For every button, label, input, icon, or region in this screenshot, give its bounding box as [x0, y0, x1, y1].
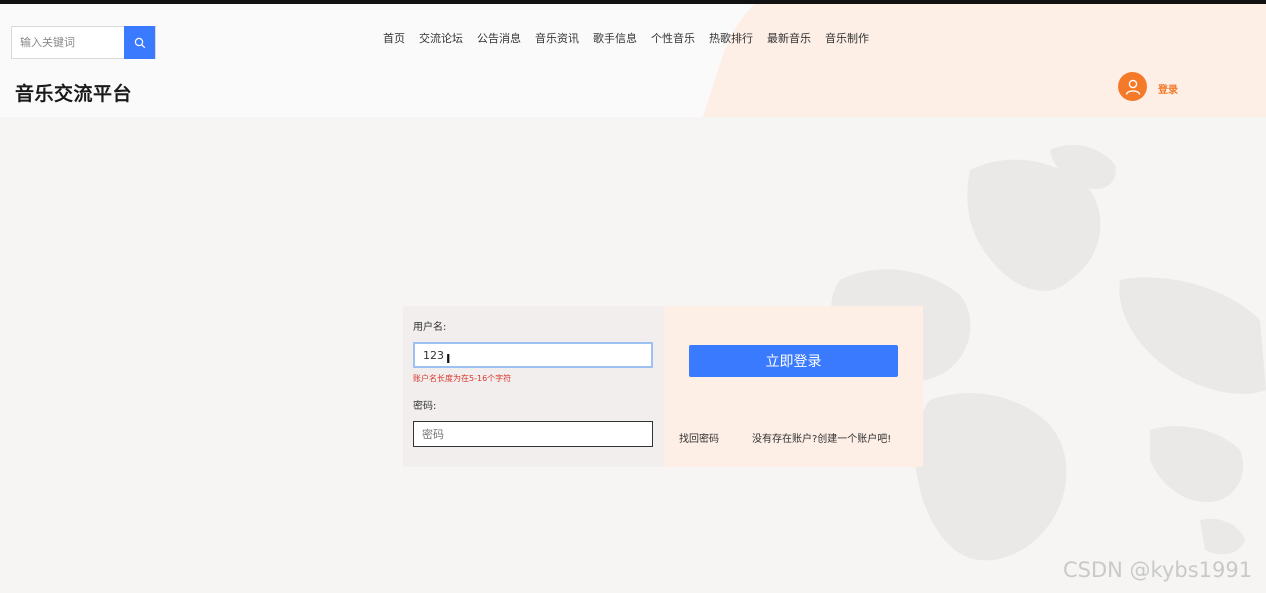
login-actions: 立即登录 找回密码 没有存在账户?创建一个账户吧! [664, 306, 923, 467]
search-button[interactable] [124, 26, 155, 59]
search-icon [134, 37, 145, 48]
header-login-link[interactable]: 登录 [1158, 81, 1178, 96]
nav-item-personal-music[interactable]: 个性音乐 [644, 32, 702, 46]
search-box [11, 26, 156, 59]
user-avatar[interactable] [1118, 72, 1147, 101]
nav-item-hot-charts[interactable]: 热歌排行 [702, 32, 760, 46]
login-submit-button[interactable]: 立即登录 [689, 345, 898, 377]
nav-item-music-news[interactable]: 音乐资讯 [528, 32, 586, 46]
text-cursor-icon: I [446, 352, 451, 366]
username-label: 用户名: [413, 322, 447, 333]
register-link[interactable]: 没有存在账户?创建一个账户吧! [752, 430, 891, 445]
header-decoration [687, 4, 1266, 117]
forgot-password-link[interactable]: 找回密码 [679, 430, 719, 445]
nav-item-forum[interactable]: 交流论坛 [412, 32, 470, 46]
watermark: CSDN @kybs1991 [1063, 558, 1253, 582]
main-nav: 首页 交流论坛 公告消息 音乐资讯 歌手信息 个性音乐 热歌排行 最新音乐 音乐… [376, 32, 876, 46]
password-input[interactable] [413, 421, 653, 447]
nav-item-music-production[interactable]: 音乐制作 [818, 32, 876, 46]
user-icon [1125, 79, 1140, 95]
username-error-message: 账户名长度为在5-16个字符 [413, 374, 512, 383]
login-form-fields: 用户名: I 账户名长度为在5-16个字符 密码: [403, 306, 664, 467]
nav-item-home[interactable]: 首页 [376, 32, 412, 46]
search-input[interactable] [12, 27, 124, 58]
nav-item-new-music[interactable]: 最新音乐 [760, 32, 818, 46]
site-header: 首页 交流论坛 公告消息 音乐资讯 歌手信息 个性音乐 热歌排行 最新音乐 音乐… [0, 4, 1266, 117]
site-title: 音乐交流平台 [15, 83, 133, 105]
password-label: 密码: [413, 401, 437, 412]
nav-item-announcements[interactable]: 公告消息 [470, 32, 528, 46]
login-panel: 用户名: I 账户名长度为在5-16个字符 密码: 立即登录 找回密码 没有存在… [403, 306, 923, 467]
nav-item-singers[interactable]: 歌手信息 [586, 32, 644, 46]
